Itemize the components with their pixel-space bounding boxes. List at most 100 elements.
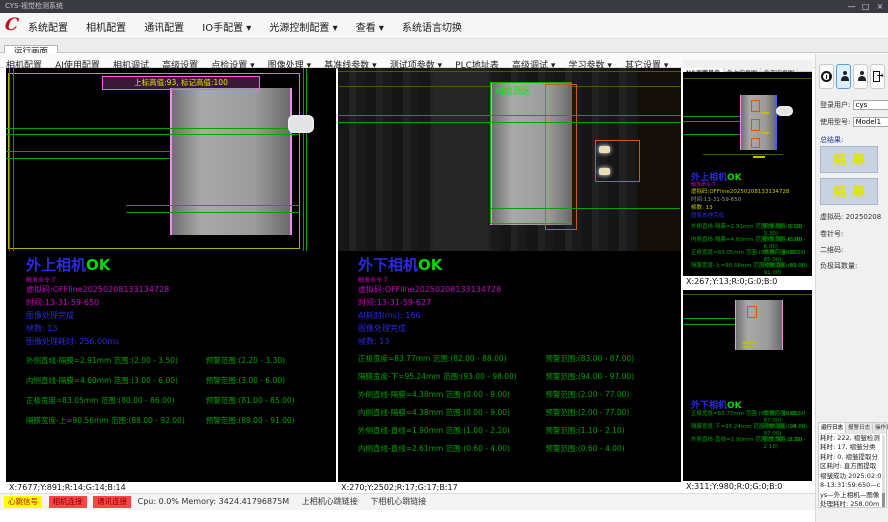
edge-line — [775, 95, 777, 150]
ng-view-image-top[interactable] — [683, 72, 812, 166]
camera-title: 外下相机 — [691, 401, 727, 411]
measurement-row: 内侧直线-直线=2.61mm 范围:(0.60 - 4.00)预警范围:(0.6… — [358, 444, 681, 462]
value-label-mark — [761, 132, 769, 134]
user-login-button[interactable] — [836, 64, 851, 89]
app-window: CYS-视觉检测系统 — □ × C 系统配置 相机配置 通讯配置 IO手配置 … — [0, 0, 888, 522]
negative-tab-count-label: 负极耳数量: — [820, 261, 857, 271]
pixel-coords-small-bottom: X:311;Y:980;R:0;G:0;B:0 — [683, 481, 812, 492]
measurement-row: 隔膜宽度-下=95.24mm 范围:(93.00 - 98.00)预警范围:(9… — [691, 424, 812, 437]
tab-run-log[interactable]: 运行日志 — [819, 423, 846, 433]
measurement-row: 内侧直线-隔膜=4.60mm 范围:(3.00 - 6.00)预警范围:(3.0… — [26, 376, 336, 396]
measure-line — [126, 212, 300, 213]
model-field[interactable] — [853, 117, 888, 127]
result-box-upper: 结果 — [820, 146, 878, 173]
guide-line — [9, 68, 10, 251]
measurement-row: 隔膜宽度-上=90.56mm 范围:(88.00 - 92.00)预警范围:(8… — [691, 263, 812, 276]
log-scrollbar-thumb[interactable] — [882, 493, 885, 507]
model-label: 使用型号: — [820, 118, 850, 126]
camera-view-upper[interactable]: 上标高值:93, 标记高值:100 — [6, 68, 336, 251]
measure-line — [6, 151, 170, 152]
highlight-spot — [599, 146, 610, 153]
camera-title: 外上相机 — [26, 256, 86, 274]
tab-connector — [288, 115, 314, 133]
measure-line — [338, 115, 681, 116]
log-tabs: 运行日志报警日志操作日志 — [819, 423, 886, 434]
status-bar: 心跳信号 相机连接 通讯连接 Cpu: 0.0% Memory: 3424.41… — [0, 493, 815, 510]
tab-connector — [776, 106, 793, 116]
measure-line — [683, 116, 740, 117]
guide-line — [338, 71, 681, 72]
cpu-memory-text: Cpu: 0.0% Memory: 3424.41796875M — [138, 494, 290, 509]
ng-view-panel-bottom: 外下相机OK 正极宽度=83.77mm 范围:(82.00 - 88.00)预警… — [683, 290, 812, 492]
ng-view-panel-top: NG画面显示外上内页图外下内页图 外上相机OK 触发命令:T 虚拟码:OFFli… — [683, 60, 812, 288]
machine-column — [433, 68, 488, 251]
camera-link-badge: 相机连接 — [49, 496, 87, 508]
close-button[interactable]: × — [874, 0, 886, 13]
guide-line — [683, 294, 812, 295]
result-box-lower: 结果 — [820, 178, 878, 205]
measure-line — [683, 134, 740, 135]
pause-icon — [821, 71, 832, 82]
measure-line — [338, 122, 681, 123]
camera-panel-lower: AI检测区 外下相机OK 触发命令:T 虚拟码:OFFline202502081… — [338, 68, 681, 493]
time-line: 时间:13-31-59-627 — [358, 296, 681, 309]
trigger-line: 触发命令:T — [26, 275, 336, 283]
camera-view-lower[interactable]: AI检测区 — [338, 68, 681, 251]
pixel-coords-upper: X:7677;Y:891;R:14;G:14;B:14 — [6, 482, 336, 493]
measure-line — [6, 158, 170, 159]
ai-time-line: AI耗时(ms): 166 — [358, 309, 681, 322]
tab-operation-log[interactable]: 操作日志 — [873, 423, 888, 433]
window-controls: — □ × — [846, 0, 886, 13]
guide-line — [683, 78, 812, 79]
measurement-row: 外侧直线-隔膜=2.91mm 范围:(2.00 - 3.50)预警范围:(2.2… — [26, 356, 336, 376]
app-logo-icon: C — [4, 15, 20, 35]
menu-bar: C 系统配置 相机配置 通讯配置 IO手配置 ▾ 光源控制配置 ▾ 查看 ▾ 系… — [0, 13, 888, 39]
measurement-row: 正极宽度=83.77mm 范围:(82.00 - 88.00)预警范围:(83.… — [691, 411, 812, 424]
log-panel: 运行日志报警日志操作日志 耗时: 222, 褶皱检测耗时: 17, 褶皱分类耗时… — [818, 422, 887, 508]
measure-line — [683, 318, 735, 319]
status-line: 图像处理完成 — [26, 309, 336, 322]
exit-button[interactable]: → — [870, 64, 885, 89]
defect-box — [751, 100, 760, 112]
value-label-mark — [743, 342, 757, 344]
minimize-button[interactable]: — — [846, 0, 858, 13]
guide-line — [303, 68, 304, 251]
qr-code-label: 二维码: — [820, 245, 843, 255]
upper-camera-heartbeat-text: 上相机心跳链接 — [302, 494, 358, 509]
time-line: 时间:13-31-59-650 — [26, 296, 336, 309]
value-label-mark — [761, 112, 769, 114]
virtual-code-line: 虚拟码: 20250208 — [820, 212, 881, 222]
maximize-button[interactable]: □ — [860, 0, 872, 13]
title-bar: CYS-视觉检测系统 — □ × — [0, 0, 888, 13]
frame-count-line: 帧数: 13 — [358, 335, 681, 348]
result-ok: OK — [727, 401, 742, 411]
login-user-field[interactable] — [853, 100, 888, 110]
pixel-coords-lower: X:270;Y:2502;R:17;G:17;B:17 — [338, 482, 681, 493]
measurement-row: 正极宽度=83.05mm 范围:(80.00 - 86.00)预警范围:(81.… — [691, 250, 812, 263]
pause-button[interactable] — [819, 64, 834, 89]
machine-column — [638, 68, 681, 251]
user-switch-button[interactable] — [853, 64, 868, 89]
defect-box — [751, 119, 760, 131]
status-line: 图像处理完成 — [358, 322, 681, 335]
result-text-small-bottom: 外下相机OK 正极宽度=83.77mm 范围:(82.00 - 88.00)预警… — [683, 398, 812, 450]
view-tab-bar: 运行画面 — [0, 39, 888, 53]
result-ok: OK — [418, 256, 442, 274]
defect-box — [751, 138, 760, 148]
ng-view-image-bottom[interactable] — [683, 290, 812, 392]
measure-line — [6, 128, 300, 129]
user-active-icon — [841, 71, 848, 82]
login-user-row: 登录用户: — [820, 100, 888, 110]
model-row: 使用型号: — [820, 117, 888, 127]
tab-alarm-log[interactable]: 报警日志 — [846, 423, 873, 433]
log-scrollbar[interactable] — [882, 435, 885, 507]
frame-count-line: 帧数: 13 — [691, 203, 812, 211]
total-result-label: 总结果: — [820, 135, 843, 145]
measure-line — [490, 208, 680, 209]
barcode-line: 虚拟码:OFFline20250208133134728 — [358, 283, 681, 296]
value-label-mark — [743, 346, 753, 348]
measure-line — [683, 324, 735, 325]
needle-number-label: 卷针号: — [820, 229, 843, 239]
highlight-spot — [599, 168, 610, 175]
measure-line — [6, 134, 300, 135]
